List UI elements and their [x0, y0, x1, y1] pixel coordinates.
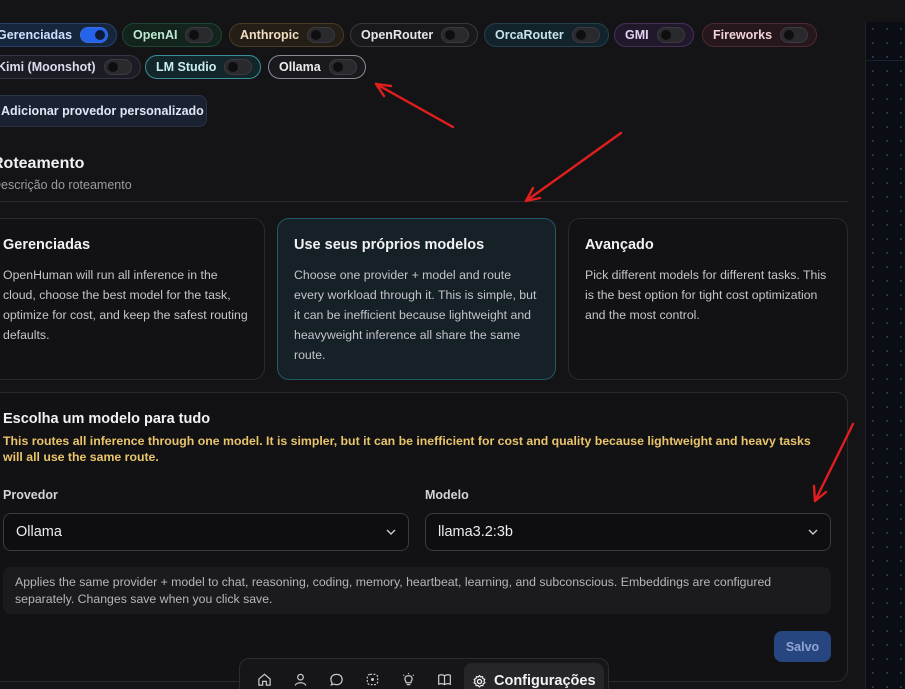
- provider-chip-label: GMI: [625, 28, 649, 42]
- top-strip: [0, 0, 905, 22]
- provider-toggle[interactable]: [185, 27, 214, 43]
- provider-label: Provedor: [3, 488, 58, 502]
- option-title: Avançado: [585, 237, 654, 253]
- nav-settings-label: Configurações: [494, 673, 596, 689]
- provider-chip-ollama[interactable]: Ollama: [268, 55, 366, 79]
- provider-chip-openai[interactable]: OpenAI: [122, 23, 223, 47]
- divider: [0, 201, 848, 202]
- option-description: Choose one provider + model and route ev…: [294, 268, 537, 362]
- provider-chip-label: LM Studio: [156, 60, 217, 74]
- provider-select-value: Ollama: [16, 524, 62, 540]
- single-model-info: Applies the same provider + model to cha…: [3, 567, 831, 614]
- brain-icon[interactable]: [354, 663, 390, 689]
- lightbulb-icon[interactable]: [390, 663, 426, 689]
- single-model-warning: This routes all inference through one mo…: [3, 434, 811, 464]
- provider-chip-gmi[interactable]: GMI: [614, 23, 694, 47]
- provider-chip-label: Ollama: [279, 60, 321, 74]
- model-select[interactable]: llama3.2:3b: [425, 513, 831, 551]
- gear-icon: [473, 674, 486, 688]
- provider-toggle[interactable]: [571, 27, 600, 43]
- save-button[interactable]: Salvo: [774, 631, 831, 662]
- provider-chip-label: OpenRouter: [361, 28, 434, 42]
- add-custom-provider-button[interactable]: Adicionar provedor personalizado: [0, 95, 207, 127]
- user-icon[interactable]: [282, 663, 318, 689]
- provider-toggle[interactable]: [780, 27, 809, 43]
- provider-chip-label: OpenAI: [133, 28, 178, 42]
- bottom-nav: Configurações: [239, 658, 609, 689]
- provider-chip-kimi[interactable]: Kimi (Moonshot): [0, 55, 141, 79]
- provider-toggle[interactable]: [328, 59, 357, 75]
- provider-chip-openrouter[interactable]: OpenRouter: [350, 23, 479, 47]
- provider-toggle[interactable]: [224, 59, 253, 75]
- book-icon[interactable]: [426, 663, 462, 689]
- provider-chip-lm-studio[interactable]: LM Studio: [145, 55, 262, 79]
- option-description: Pick different models for different task…: [585, 268, 827, 322]
- provider-chip-label: OrcaRouter: [495, 28, 564, 42]
- model-select-value: llama3.2:3b: [438, 524, 513, 540]
- routing-option-managed[interactable]: Gerenciadas OpenHuman will run all infer…: [0, 218, 265, 380]
- provider-chip-gerenciadas[interactable]: Gerenciadas: [0, 23, 118, 47]
- provider-toggle[interactable]: [80, 27, 109, 43]
- model-label: Modelo: [425, 488, 469, 502]
- chevron-down-icon: [808, 529, 818, 535]
- provider-chip-label: Gerenciadas: [0, 28, 73, 42]
- single-model-title: Escolha um modelo para tudo: [3, 411, 211, 427]
- provider-toggle[interactable]: [103, 59, 132, 75]
- routing-title: Roteamento: [0, 155, 85, 172]
- right-side-panel: [866, 22, 905, 689]
- routing-option-own-models[interactable]: Use seus próprios modelos Choose one pro…: [277, 218, 556, 380]
- option-description: OpenHuman will run all inference in the …: [3, 268, 248, 342]
- provider-chip-orcarouter[interactable]: OrcaRouter: [484, 23, 609, 47]
- provider-chip-label: Fireworks: [713, 28, 773, 42]
- option-title: Use seus próprios modelos: [294, 237, 485, 253]
- option-title: Gerenciadas: [3, 237, 91, 253]
- home-icon[interactable]: [246, 663, 282, 689]
- provider-chip-fireworks[interactable]: Fireworks: [702, 23, 818, 47]
- provider-toggle[interactable]: [307, 27, 336, 43]
- chevron-down-icon: [386, 529, 396, 535]
- nav-settings[interactable]: Configurações: [464, 663, 604, 689]
- provider-select[interactable]: Ollama: [3, 513, 409, 551]
- provider-toggle[interactable]: [656, 27, 685, 43]
- provider-chip-label: Anthropic: [240, 28, 300, 42]
- provider-toggle[interactable]: [441, 27, 470, 43]
- routing-option-advanced[interactable]: Avançado Pick different models for diffe…: [568, 218, 848, 380]
- provider-chip-label: Kimi (Moonshot): [0, 60, 96, 74]
- routing-description: Descrição do roteamento: [0, 178, 132, 192]
- chat-icon[interactable]: [318, 663, 354, 689]
- provider-chip-anthropic[interactable]: Anthropic: [229, 23, 345, 47]
